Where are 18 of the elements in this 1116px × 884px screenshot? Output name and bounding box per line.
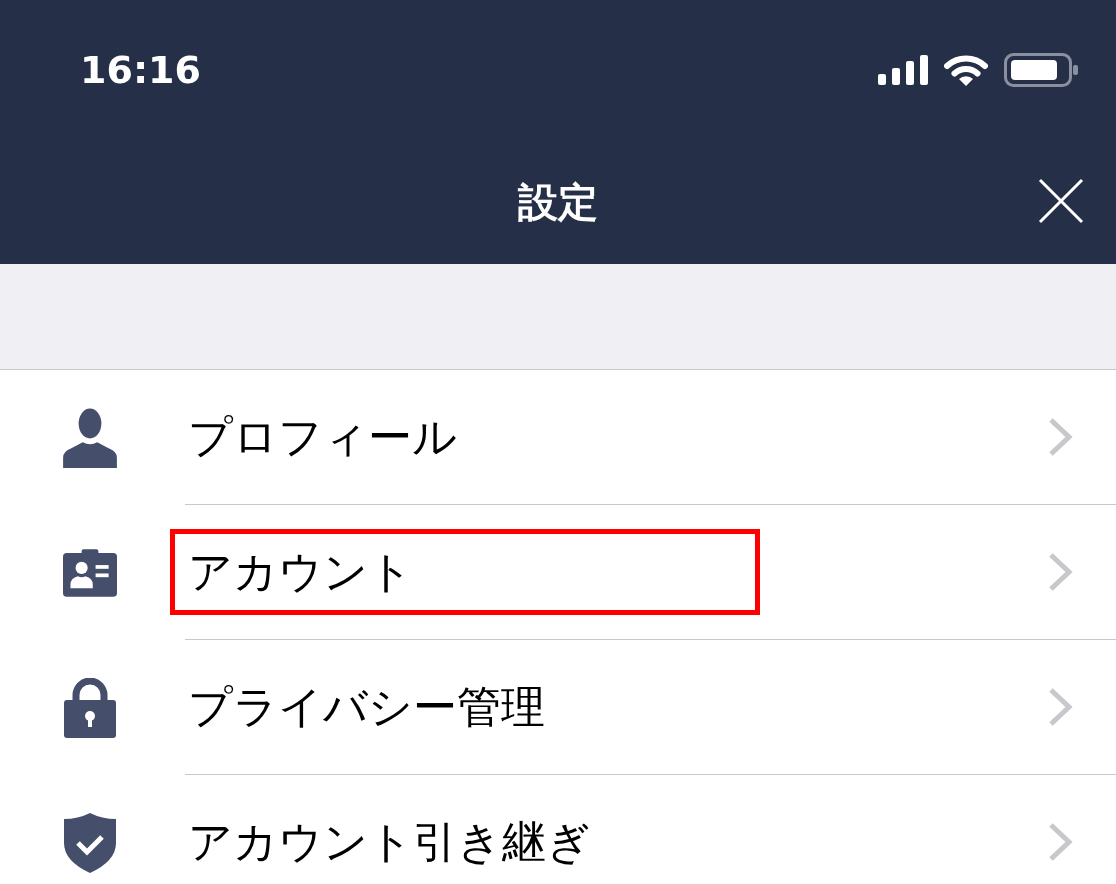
shield-check-icon — [63, 812, 117, 873]
person-icon — [63, 407, 117, 468]
close-icon — [1038, 178, 1084, 224]
close-button[interactable] — [1036, 176, 1086, 226]
screen-title: 設定 — [518, 178, 598, 226]
row-label: プライバシー管理 — [188, 680, 545, 734]
row-label: アカウント引き継ぎ — [188, 815, 591, 869]
battery-icon — [1004, 53, 1078, 87]
status-time: 16:16 — [80, 51, 201, 89]
lock-icon — [63, 677, 117, 738]
chevron-right-icon — [1049, 823, 1073, 861]
chevron-right-icon — [1049, 688, 1073, 726]
row-label: アカウント — [188, 545, 413, 599]
chevron-right-icon — [1049, 553, 1073, 591]
wifi-icon — [944, 54, 988, 86]
row-label: プロフィール — [188, 410, 457, 464]
chevron-right-icon — [1049, 418, 1073, 456]
signal-icon — [878, 55, 928, 85]
